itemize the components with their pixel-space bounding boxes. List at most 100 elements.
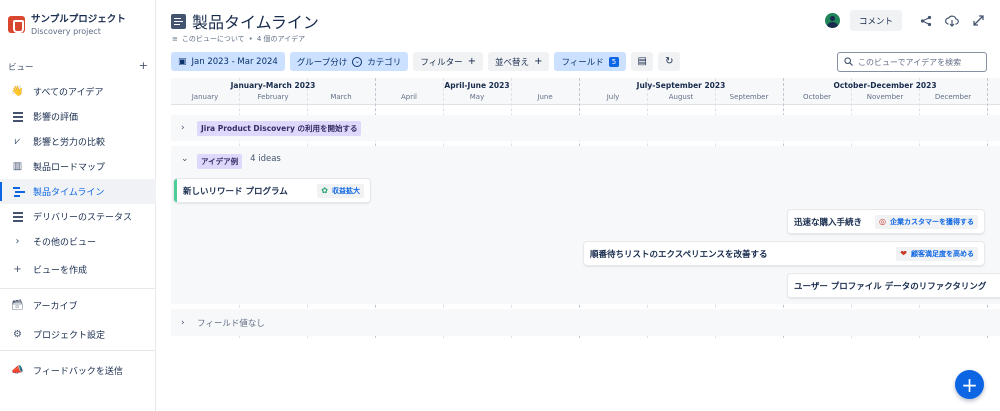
idea-title: 新しいリワード プログラム	[183, 186, 288, 197]
quarter-label: April-June 2023	[444, 81, 510, 90]
sidebar-item-label: 製品タイムライン	[33, 188, 105, 198]
idea-title: ユーザー プロファイル データのリファクタリング	[794, 281, 987, 292]
quarter-label: January-March 2023	[230, 81, 316, 90]
month-label: May	[469, 93, 485, 101]
goal-tag-label: 収益拡大	[332, 186, 360, 195]
group-tag: アイデア例	[197, 154, 243, 169]
card-layout-icon[interactable]: ▤	[631, 52, 654, 71]
month-label: July	[606, 93, 620, 101]
sidebar-item-label: 影響と労力の比較	[33, 138, 106, 148]
group-by-label: グループ分け	[296, 57, 348, 68]
sidebar-item-archive[interactable]: 🗃 アーカイブ	[0, 293, 156, 318]
date-range-button[interactable]: ▣ Jan 2023 - Mar 2024	[171, 52, 285, 71]
sidebar-item-all-ideas[interactable]: 👋 すべてのアイデア	[0, 79, 156, 104]
wave-icon: 👋	[11, 86, 24, 97]
timeline-icon	[12, 186, 25, 197]
sidebar-item-label: 影響の評価	[33, 113, 79, 123]
sidebar-item-more-views[interactable]: › その他のビュー	[0, 229, 156, 254]
group-label: フィールド値なし	[197, 318, 265, 329]
sidebar-item-roadmap[interactable]: ▥ 製品ロードマップ	[0, 154, 156, 179]
about-view-link[interactable]: このビューについて	[182, 34, 245, 44]
chevron-right-icon[interactable]: ›	[181, 318, 189, 328]
view-subtitle: ≡ このビューについて • 4 個のアイデア	[172, 34, 305, 44]
sidebar-item-impact[interactable]: 影響の評価	[0, 104, 156, 129]
quarter-label: October-December 2023	[833, 81, 937, 90]
separator-dot: •	[248, 35, 253, 43]
sidebar-item-label: 製品ロードマップ	[33, 163, 106, 173]
auto-arrange-icon[interactable]: ↻	[658, 52, 681, 71]
scatter-chart-icon: ⩗	[14, 136, 21, 147]
fields-label: フィールド	[561, 57, 604, 68]
group-by-button[interactable]: グループ分け ⌄ カテゴリ	[289, 52, 409, 71]
month-label: January	[191, 93, 219, 101]
group-tag: Jira Product Discovery の利用を開始する	[197, 120, 362, 136]
month-label: March	[330, 93, 352, 101]
fields-button[interactable]: フィールド 5	[554, 52, 627, 71]
sidebar-item-delivery-status[interactable]: デリバリーのステータス	[0, 204, 156, 229]
target-icon: ◎	[879, 217, 886, 226]
avatar[interactable]	[824, 13, 840, 28]
date-range-label: Jan 2023 - Mar 2024	[191, 56, 278, 67]
group-row-getting-started[interactable]: › Jira Product Discovery の利用を開始する	[171, 115, 1000, 141]
sidebar-item-impact-effort[interactable]: ⩗ 影響と労力の比較	[0, 129, 156, 154]
month-label: September	[729, 93, 769, 101]
month-label: October	[802, 93, 831, 101]
sidebar-item-label: デリバリーのステータス	[33, 213, 133, 223]
idea-bar[interactable]: 迅速な購入手続き ◎ 企業カスタマーを獲得する	[788, 210, 984, 233]
idea-title: 迅速な購入手続き	[794, 217, 863, 228]
add-view-icon[interactable]: +	[139, 60, 148, 73]
sort-button[interactable]: 並べ替え +	[488, 52, 550, 71]
sidebar-item-label: その他のビュー	[33, 238, 97, 248]
plus-icon: +	[467, 56, 477, 67]
project-header[interactable]: サンプルプロジェクト Discovery project	[8, 13, 126, 37]
idea-bar[interactable]: ユーザー プロファイル データのリファクタリング	[788, 274, 1000, 297]
chevron-right-icon[interactable]: ›	[181, 123, 189, 133]
filter-label: フィルター	[420, 57, 463, 68]
share-icon[interactable]	[918, 13, 934, 29]
month-label: August	[668, 93, 694, 101]
project-name: サンプルプロジェクト	[31, 14, 126, 25]
sidebar-item-label: アーカイブ	[33, 302, 78, 312]
month-label: February	[257, 93, 289, 101]
goal-tag: ❤ 顧客満足度を高める	[896, 246, 978, 261]
search-icon	[844, 56, 853, 68]
sidebar-item-feedback[interactable]: 📣 フィードバックを送信	[0, 358, 156, 383]
heart-icon: ❤	[900, 249, 907, 258]
cloud-download-icon[interactable]	[944, 13, 960, 29]
list-icon	[12, 211, 23, 222]
idea-bar[interactable]: 順番待ちリストのエクスペリエンスを改善する ❤ 顧客満足度を高める	[584, 242, 984, 265]
page-title-row: 製品タイムライン	[171, 9, 319, 33]
idea-bar[interactable]: 新しいリワード プログラム ✿ 収益拡大	[174, 179, 370, 202]
chevron-right-icon: ›	[15, 236, 20, 247]
sidebar-item-create-view[interactable]: + ビューを作成	[0, 257, 156, 282]
search-input[interactable]	[858, 57, 983, 67]
sidebar-item-timeline[interactable]: 製品タイムライン	[0, 179, 156, 204]
fields-count-badge: 5	[608, 56, 620, 67]
timeline-grid: January-March 2023 April-June 2023 July-…	[171, 78, 1000, 338]
group-row-no-value[interactable]: › フィールド値なし	[171, 309, 1000, 336]
board-icon: ▥	[12, 161, 23, 172]
page-title[interactable]: 製品タイムライン	[192, 9, 319, 33]
timeline-icon	[171, 13, 186, 29]
search-box[interactable]	[837, 52, 987, 72]
sidebar: サンプルプロジェクト Discovery project ビュー + 👋 すべて…	[0, 0, 156, 411]
sort-label: 並べ替え	[495, 57, 530, 68]
comment-button[interactable]: コメント	[849, 10, 902, 31]
plus-icon: +	[534, 56, 543, 67]
sidebar-item-label: ビューを作成	[33, 266, 88, 276]
month-label: April	[401, 93, 417, 101]
sidebar-divider	[0, 350, 156, 351]
fullscreen-icon[interactable]	[970, 13, 986, 29]
list-icon	[12, 111, 23, 122]
month-label: June	[537, 93, 553, 101]
chevron-down-icon[interactable]: ⌄	[181, 154, 189, 164]
filter-button[interactable]: フィルター +	[413, 52, 484, 71]
sidebar-item-settings[interactable]: ⚙ プロジェクト設定	[0, 322, 156, 347]
sidebar-divider	[0, 288, 156, 289]
quarter-label: July-September 2023	[636, 81, 726, 90]
chevron-down-icon: ⌄	[352, 56, 363, 67]
sidebar-item-label: すべてのアイデア	[33, 88, 104, 98]
create-idea-button[interactable]: +	[955, 370, 984, 399]
align-left-icon: ≡	[172, 35, 178, 43]
gear-icon: ⚙	[13, 329, 22, 340]
